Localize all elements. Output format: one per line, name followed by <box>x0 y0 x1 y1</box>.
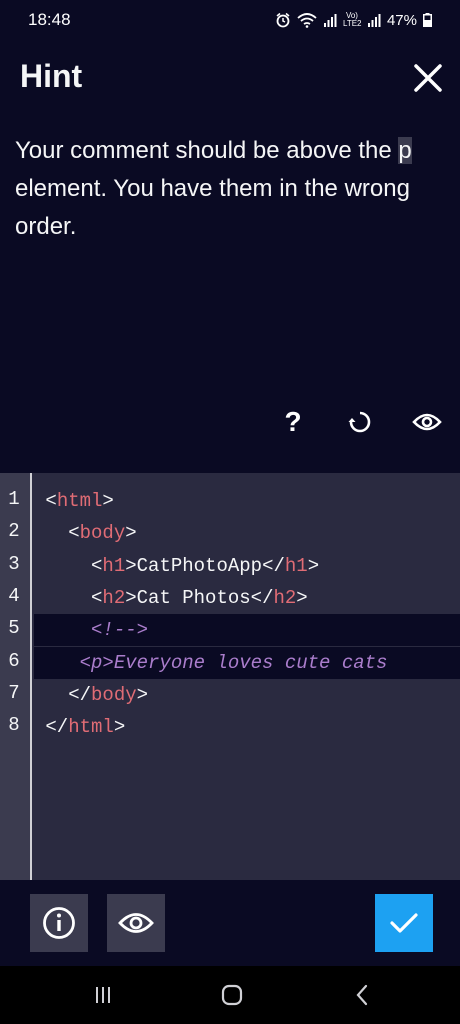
code-punct: </ <box>45 716 69 738</box>
code-line-active[interactable]: <p>Everyone loves cute cats <box>34 647 460 679</box>
hint-actions: ? <box>0 402 460 442</box>
close-icon <box>414 64 442 92</box>
info-icon <box>43 907 75 939</box>
lte-label: Vo) LTE2 <box>342 11 362 28</box>
line-number: 1 <box>8 488 20 510</box>
code-punct: > <box>136 684 149 706</box>
code-tag: h1 <box>284 555 308 577</box>
code-punct: > <box>113 716 126 738</box>
signal-icon <box>323 14 337 27</box>
status-icons: Vo) LTE2 47% <box>275 12 432 29</box>
home-icon <box>221 984 243 1006</box>
code-tag: h2 <box>102 587 126 609</box>
code-line[interactable]: <h1>CatPhotoApp</h1> <box>34 550 460 582</box>
code-punct: > <box>102 490 114 512</box>
line-number: 4 <box>8 585 20 607</box>
reset-icon <box>348 411 371 433</box>
status-time: 18:48 <box>28 10 71 29</box>
preview-toggle-button[interactable] <box>107 894 165 952</box>
code-comment: <p>Everyone loves cute cats <box>34 652 388 674</box>
close-button[interactable] <box>408 58 448 98</box>
code-line[interactable]: <body> <box>34 517 460 549</box>
code-punct: </ <box>262 555 285 577</box>
eye-icon <box>118 913 154 933</box>
code-punct: > <box>307 555 320 577</box>
check-icon <box>390 913 418 933</box>
signal-icon-2 <box>367 14 381 27</box>
code-punct: > <box>125 522 137 544</box>
battery-icon <box>423 13 432 27</box>
code-punct: </ <box>250 587 274 609</box>
code-editor[interactable]: 1 2 3 4 5 6 7 8 <html> <body> <h1>CatPho… <box>0 473 460 880</box>
code-punct: > <box>125 555 137 577</box>
eye-icon <box>412 413 442 431</box>
home-button[interactable] <box>212 980 252 1010</box>
reset-button[interactable] <box>340 402 380 442</box>
code-line[interactable]: <h2>Cat Photos</h2> <box>34 582 460 614</box>
line-number: 2 <box>8 520 20 542</box>
hint-message-part1: Your comment should be above the <box>15 137 399 164</box>
code-punct: < <box>68 522 80 544</box>
code-comment: <!--> <box>34 619 149 641</box>
code-text: CatPhotoApp <box>136 555 263 577</box>
hint-message-part2: element. You have them in the wrong orde… <box>15 175 410 240</box>
code-tag: html <box>56 490 103 512</box>
code-punct: > <box>296 587 308 609</box>
recent-apps-button[interactable] <box>83 980 123 1010</box>
line-number: 6 <box>8 650 20 672</box>
question-icon: ? <box>284 406 302 437</box>
code-punct: < <box>45 490 57 512</box>
hint-message-cursor-char: p <box>398 137 412 164</box>
hint-title: Hint <box>20 58 83 94</box>
code-punct: < <box>91 587 103 609</box>
line-number: 3 <box>8 553 20 575</box>
code-line-active[interactable]: <!--> <box>34 614 460 646</box>
back-icon <box>356 984 368 1006</box>
system-nav-bar <box>0 966 460 1024</box>
code-tag: h1 <box>102 555 126 577</box>
help-button[interactable]: ? <box>273 402 313 442</box>
code-text: Cat Photos <box>136 587 251 609</box>
code-punct: > <box>125 587 137 609</box>
code-tag: html <box>68 716 114 738</box>
code-tag: body <box>79 522 126 544</box>
line-number: 5 <box>8 617 20 639</box>
code-line[interactable]: </html> <box>34 711 460 743</box>
alarm-icon <box>276 12 290 28</box>
code-tag: h2 <box>273 587 297 609</box>
code-line[interactable]: </body> <box>34 679 460 711</box>
instructions-button[interactable] <box>30 894 88 952</box>
code-tag: body <box>91 684 137 706</box>
wifi-icon <box>297 13 317 28</box>
code-punct: </ <box>68 684 92 706</box>
check-code-button[interactable] <box>375 894 433 952</box>
preview-button[interactable] <box>407 402 447 442</box>
hint-message: Your comment should be above the p eleme… <box>15 132 445 246</box>
recent-apps-icon <box>96 987 110 1003</box>
bottom-toolbar <box>0 880 460 966</box>
code-line[interactable]: <html> <box>34 485 460 517</box>
code-punct: < <box>91 555 103 577</box>
battery-percent: 47% <box>386 11 417 29</box>
back-button[interactable] <box>342 980 382 1010</box>
line-number: 8 <box>8 714 20 736</box>
line-number: 7 <box>8 682 20 704</box>
status-bar: 18:48 Vo) LTE2 47% <box>0 0 460 40</box>
